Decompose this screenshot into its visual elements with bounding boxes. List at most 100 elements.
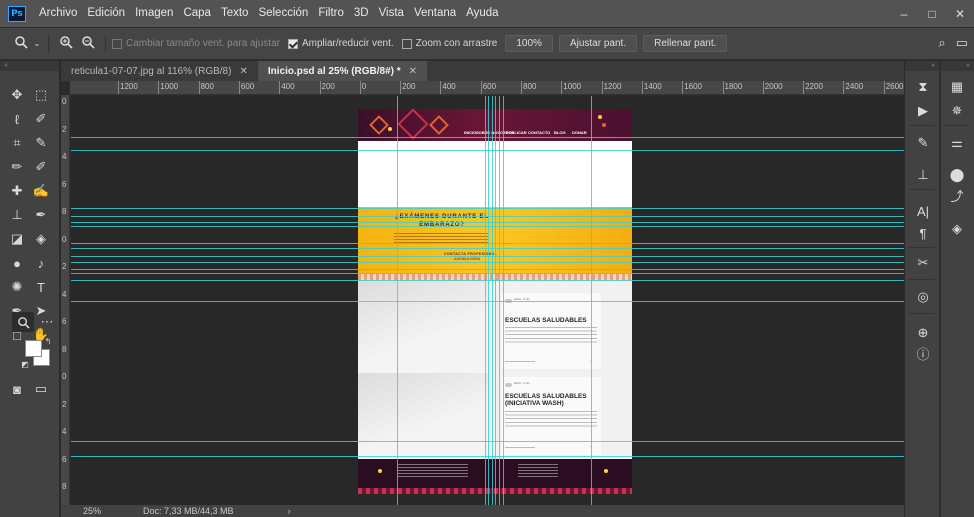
- clone-source-icon[interactable]: ⊥: [911, 165, 935, 185]
- guide-vertical[interactable]: [499, 96, 500, 505]
- default-colors-icon[interactable]: ◩: [20, 359, 30, 369]
- navigator-icon[interactable]: ✵: [945, 101, 969, 121]
- foreground-color-swatch[interactable]: [25, 340, 42, 357]
- zoom-all-windows-checkbox[interactable]: [287, 38, 298, 49]
- guide-vertical[interactable]: [485, 96, 486, 505]
- play-actions-icon[interactable]: ▶: [911, 101, 935, 121]
- guide-vertical[interactable]: [503, 96, 504, 505]
- workspace-icon[interactable]: ▭: [956, 35, 968, 51]
- quick-mask-icon[interactable]: ◙: [6, 379, 28, 399]
- menu-texto[interactable]: Texto: [216, 0, 254, 27]
- fit-screen-button[interactable]: Ajustar pant.: [558, 35, 638, 52]
- guide-vertical[interactable]: [397, 96, 398, 505]
- guide-vertical[interactable]: [495, 96, 496, 505]
- tools-presets-icon[interactable]: ✂: [911, 253, 935, 273]
- fill-screen-button[interactable]: Rellenar pant.: [643, 35, 728, 52]
- maximize-button[interactable]: □: [918, 0, 946, 27]
- menu-vista[interactable]: Vista: [374, 0, 409, 27]
- canvas-area[interactable]: INICIO SOBRE NOSOTROS PUBLICAR CONTACTO …: [71, 96, 904, 505]
- ruler-label: 6: [62, 179, 67, 189]
- ruler-tick: [883, 81, 885, 94]
- paths-icon[interactable]: ⤴: [945, 185, 969, 205]
- guide-vertical[interactable]: [591, 96, 592, 505]
- zoom-tool-icon[interactable]: [10, 35, 32, 52]
- status-menu-arrow[interactable]: ›: [288, 506, 291, 516]
- menu-edicion[interactable]: Edición: [82, 0, 130, 27]
- menu-archivo[interactable]: Archivo: [34, 0, 82, 27]
- channels-icon[interactable]: ⬤: [945, 165, 969, 185]
- menu-ventana[interactable]: Ventana: [409, 0, 461, 27]
- quick-selection-icon[interactable]: ✐: [30, 109, 52, 129]
- mountain-photo: [358, 281, 488, 373]
- zoom-all-windows-option[interactable]: Ampliar/reducir vent.: [287, 38, 394, 49]
- dodge-tool-icon[interactable]: ♪: [30, 253, 52, 273]
- chevron-down-icon[interactable]: ⌄: [32, 39, 42, 48]
- menu-seleccion[interactable]: Selección: [253, 0, 313, 27]
- eyedropper-icon[interactable]: ✎: [30, 133, 52, 153]
- adjustments-icon[interactable]: ⚌: [945, 133, 969, 153]
- minimize-button[interactable]: –: [890, 0, 918, 27]
- screen-mode-icon[interactable]: ▭: [30, 379, 52, 399]
- clone-stamp-icon[interactable]: ⊥: [6, 205, 28, 225]
- info-icon[interactable]: ⓘ: [911, 343, 935, 363]
- guide-vertical[interactable]: [488, 96, 489, 505]
- move-tool-icon[interactable]: ✥: [6, 85, 28, 105]
- tab-close-icon[interactable]: ✕: [239, 66, 247, 77]
- more-tools-icon[interactable]: ⋯: [36, 312, 58, 332]
- layers-icon[interactable]: ◈: [945, 219, 969, 239]
- zoom-100-button[interactable]: 100%: [505, 35, 553, 52]
- zoom-out-icon[interactable]: [77, 35, 99, 52]
- tab-inicio[interactable]: Inicio.psd al 25% (RGB/8#) * ✕: [257, 61, 428, 81]
- mixer-brush-icon[interactable]: ✍: [30, 181, 52, 201]
- tab-close-icon[interactable]: ✕: [409, 66, 417, 77]
- eraser-icon[interactable]: ◪: [6, 229, 28, 249]
- zoom-in-icon[interactable]: [55, 35, 77, 52]
- resize-windows-checkbox[interactable]: [112, 38, 122, 49]
- marquee-tool-icon[interactable]: ⬚: [30, 85, 52, 105]
- scrubby-zoom-option[interactable]: Zoom con arrastre: [401, 38, 497, 49]
- zoom-level[interactable]: 25%: [83, 506, 101, 516]
- close-button[interactable]: ✕: [946, 0, 974, 27]
- paragraph-icon[interactable]: ¶: [911, 223, 935, 243]
- guide-vertical[interactable]: [492, 96, 493, 505]
- scrubby-zoom-checkbox[interactable]: [401, 38, 412, 49]
- grid-icon[interactable]: ▦: [945, 77, 969, 97]
- type-tool-icon[interactable]: T: [30, 277, 52, 297]
- tab-reticula[interactable]: reticula1-07-07.jpg al 116% (RGB/8) ✕: [61, 61, 258, 81]
- dot-ornament: [604, 469, 608, 473]
- brush-settings-icon[interactable]: ✎: [911, 133, 935, 153]
- search-icon[interactable]: ⌕: [938, 35, 945, 51]
- crop-tool-icon[interactable]: ⌗: [6, 133, 28, 153]
- sponge-icon[interactable]: ✺: [6, 277, 28, 297]
- zoom-tool-active-icon[interactable]: [12, 312, 34, 332]
- history-brush-icon[interactable]: ✒: [30, 205, 52, 225]
- menu-imagen[interactable]: Imagen: [130, 0, 178, 27]
- card-title: ESCUELAS SALUDABLES: [505, 317, 587, 324]
- ruler-label: 600: [482, 82, 497, 91]
- cc-libraries-icon[interactable]: ◎: [911, 287, 935, 307]
- menu-ayuda[interactable]: Ayuda: [461, 0, 503, 27]
- healing-brush-icon[interactable]: ✚: [6, 181, 28, 201]
- menu-filtro[interactable]: Filtro: [313, 0, 349, 27]
- blur-tool-icon[interactable]: ●: [6, 253, 28, 273]
- character-icon[interactable]: A|: [911, 201, 935, 221]
- glyphs-icon[interactable]: ⊕: [911, 323, 935, 343]
- swap-colors-icon[interactable]: ↰: [42, 335, 54, 347]
- vertical-ruler[interactable]: 0 2 4 6 8 0 2 4 6 8 0 2 4 6 8: [61, 95, 70, 505]
- banner-cta-secondary: AGENDA HORA: [454, 257, 481, 261]
- panel-collapse-icon[interactable]: «: [0, 61, 59, 71]
- paint-bucket-icon[interactable]: ◈: [30, 229, 52, 249]
- menu-capa[interactable]: Capa: [178, 0, 216, 27]
- resize-windows-option[interactable]: Cambiar tamaño vent. para ajustar: [112, 38, 280, 49]
- history-icon[interactable]: ⧗: [911, 77, 935, 97]
- brush-icon[interactable]: ✏: [6, 157, 28, 177]
- lasso-tool-icon[interactable]: ℓ: [6, 109, 28, 129]
- ruler-tick: [279, 81, 281, 94]
- horizontal-ruler[interactable]: 1200 1000 800 600 400 200 0 200 400 600 800 1000 120…: [70, 81, 904, 95]
- panel-collapse-icon[interactable]: «: [905, 61, 939, 71]
- ruler-label: 2600: [885, 82, 904, 91]
- panel-collapse-icon[interactable]: «: [941, 61, 974, 71]
- card-meta: Admin · 2 min: [514, 382, 530, 385]
- pencil-icon[interactable]: ✐: [30, 157, 52, 177]
- menu-3d[interactable]: 3D: [349, 0, 374, 27]
